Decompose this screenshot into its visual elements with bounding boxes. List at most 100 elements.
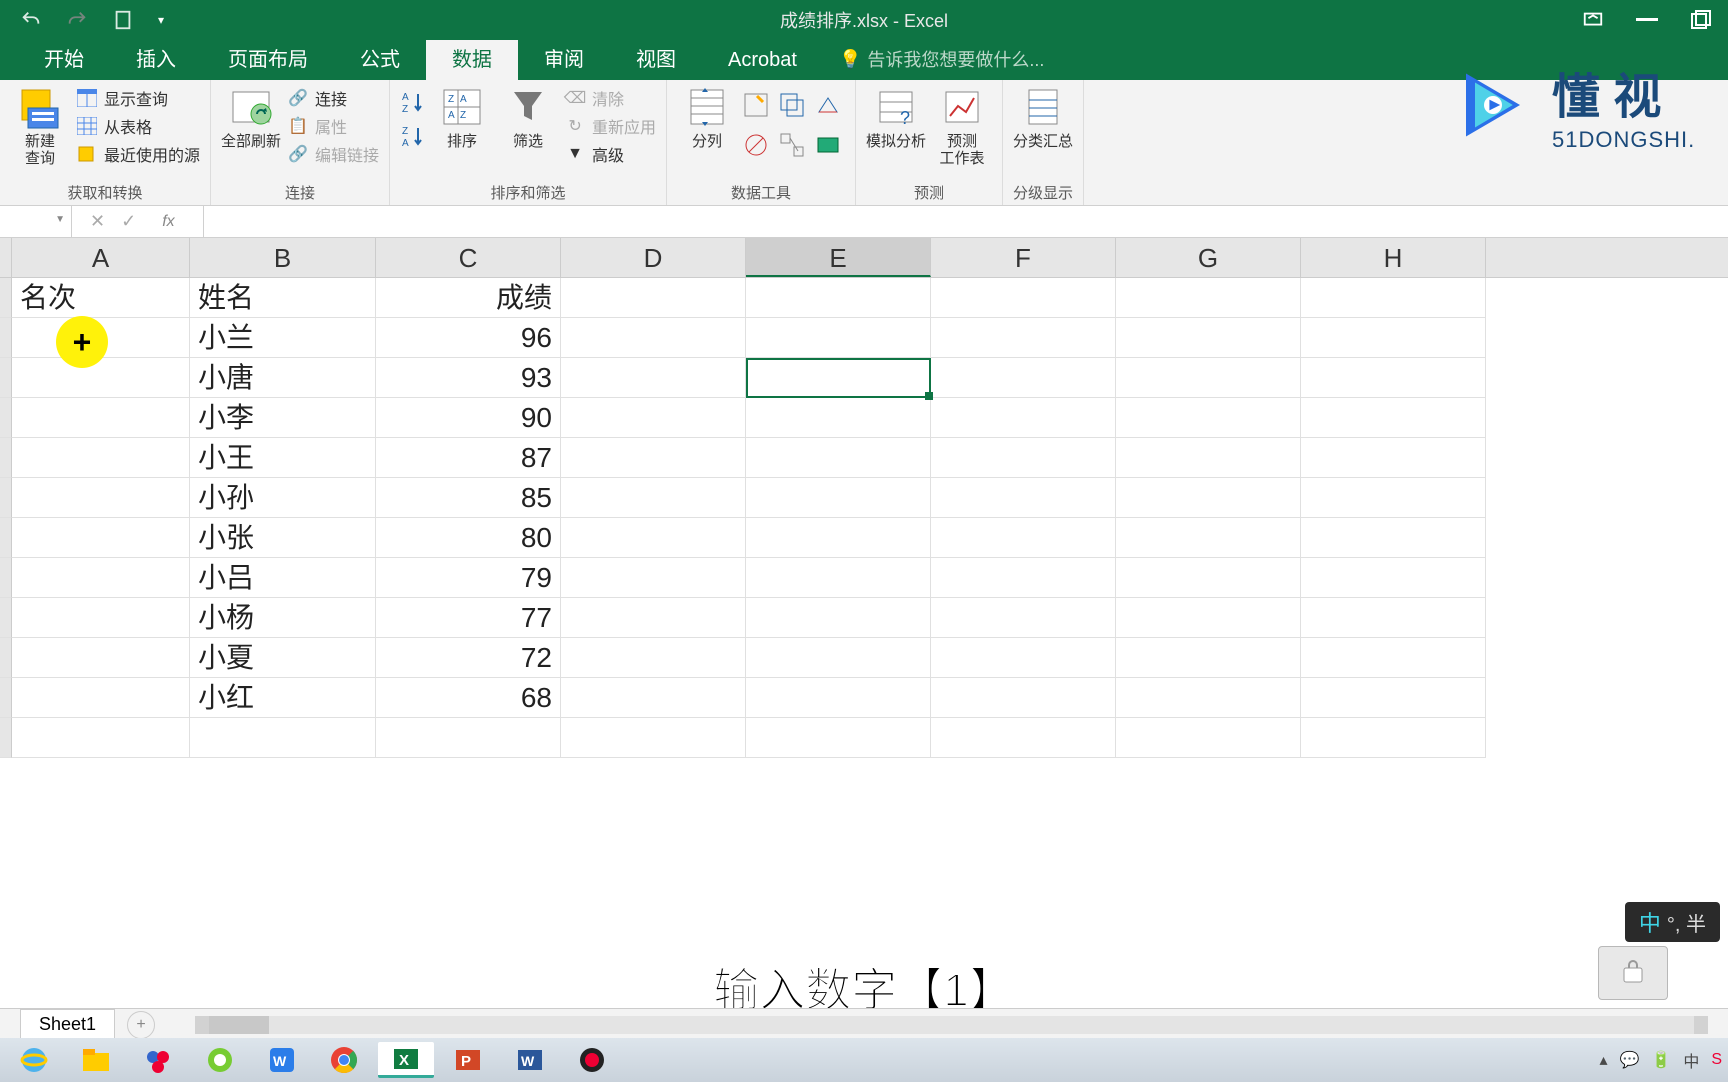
wps-icon[interactable]: W (254, 1042, 310, 1078)
cell[interactable] (931, 518, 1116, 558)
floating-widget[interactable] (1598, 946, 1668, 1000)
new-query-button[interactable]: 新建 查询 (10, 84, 70, 168)
cell[interactable] (12, 598, 190, 638)
tab-review[interactable]: 审阅 (518, 35, 610, 80)
battery-icon[interactable]: 🔋 (1651, 1050, 1671, 1070)
cell[interactable]: 87 (376, 438, 561, 478)
row-header[interactable] (0, 318, 12, 358)
cell[interactable] (1116, 678, 1301, 718)
name-box[interactable]: ▼ (0, 206, 72, 237)
cell[interactable] (12, 558, 190, 598)
row-header[interactable] (0, 638, 12, 678)
cell[interactable] (1301, 678, 1486, 718)
col-header-g[interactable]: G (1116, 238, 1301, 277)
from-table-button[interactable]: 从表格 (76, 114, 200, 138)
cell[interactable] (746, 678, 931, 718)
tab-view[interactable]: 视图 (610, 35, 702, 80)
tab-home[interactable]: 开始 (18, 35, 110, 80)
cell[interactable] (1301, 438, 1486, 478)
cell[interactable]: 小张 (190, 518, 376, 558)
cell[interactable] (1301, 518, 1486, 558)
qat-dropdown-icon[interactable]: ▾ (158, 13, 164, 27)
cell[interactable] (190, 718, 376, 758)
manage-data-model-icon[interactable] (815, 132, 845, 166)
sort-button[interactable]: ZAAZ 排序 (432, 84, 492, 150)
maximize-icon[interactable] (1686, 5, 1716, 35)
cell[interactable] (1301, 718, 1486, 758)
cell[interactable]: 79 (376, 558, 561, 598)
cell[interactable] (746, 358, 931, 398)
forecast-sheet-button[interactable]: 预测 工作表 (932, 84, 992, 168)
cell[interactable] (931, 358, 1116, 398)
cell[interactable] (12, 678, 190, 718)
cell[interactable] (1301, 638, 1486, 678)
cell[interactable] (1116, 638, 1301, 678)
cell[interactable] (1116, 358, 1301, 398)
cell[interactable] (746, 278, 931, 318)
undo-icon[interactable] (20, 9, 42, 31)
cell[interactable]: 小杨 (190, 598, 376, 638)
cell[interactable] (1301, 478, 1486, 518)
subtotal-button[interactable]: 分类汇总 (1013, 84, 1073, 150)
tab-data[interactable]: 数据 (426, 35, 518, 80)
advanced-filter-button[interactable]: ▼高级 (564, 142, 656, 166)
consolidate-icon[interactable] (815, 92, 845, 126)
cell[interactable]: 90 (376, 398, 561, 438)
col-header-e[interactable]: E (746, 238, 931, 277)
cell[interactable] (1116, 518, 1301, 558)
cell[interactable] (561, 358, 746, 398)
cell[interactable] (746, 318, 931, 358)
cell[interactable] (12, 398, 190, 438)
row-header[interactable] (0, 718, 12, 758)
chrome-icon[interactable] (316, 1042, 372, 1078)
baidu-icon[interactable] (130, 1042, 186, 1078)
cell[interactable] (931, 638, 1116, 678)
scroll-thumb[interactable] (209, 1016, 269, 1034)
cell[interactable] (561, 678, 746, 718)
cell[interactable]: 93 (376, 358, 561, 398)
tell-me-search[interactable]: 💡 告诉我您想要做什么... (839, 46, 1044, 80)
cell[interactable] (931, 278, 1116, 318)
cell[interactable] (12, 438, 190, 478)
row-header[interactable] (0, 358, 12, 398)
cell[interactable] (1116, 598, 1301, 638)
cell[interactable] (746, 718, 931, 758)
cell[interactable] (746, 478, 931, 518)
cell[interactable]: 85 (376, 478, 561, 518)
ime-lang-icon[interactable]: 中 (1683, 1048, 1699, 1072)
cell[interactable]: 72 (376, 638, 561, 678)
recorder-icon[interactable] (564, 1042, 620, 1078)
col-header-a[interactable]: A (12, 238, 190, 277)
cell[interactable]: 小吕 (190, 558, 376, 598)
word-icon[interactable]: W (502, 1042, 558, 1078)
cell[interactable] (561, 518, 746, 558)
refresh-all-button[interactable]: 全部刷新 (221, 84, 281, 150)
cell[interactable]: 68 (376, 678, 561, 718)
what-if-button[interactable]: ? 模拟分析 (866, 84, 926, 150)
minimize-icon[interactable] (1632, 5, 1662, 35)
cell[interactable] (12, 518, 190, 558)
tab-formulas[interactable]: 公式 (334, 35, 426, 80)
cell[interactable] (1116, 478, 1301, 518)
tray-up-icon[interactable]: ▴ (1599, 1050, 1607, 1070)
cell[interactable] (561, 318, 746, 358)
cell[interactable] (1301, 278, 1486, 318)
excel-icon[interactable]: X (378, 1042, 434, 1078)
cell[interactable] (1301, 558, 1486, 598)
flash-fill-icon[interactable] (743, 92, 773, 126)
cell[interactable]: 80 (376, 518, 561, 558)
text-to-columns-button[interactable]: 分列 (677, 84, 737, 150)
cell[interactable] (12, 718, 190, 758)
row-header[interactable] (0, 398, 12, 438)
cell[interactable] (746, 558, 931, 598)
explorer-icon[interactable] (68, 1042, 124, 1078)
cell[interactable] (561, 278, 746, 318)
horizontal-scrollbar[interactable] (195, 1016, 1708, 1034)
cell[interactable] (746, 438, 931, 478)
spreadsheet-grid[interactable]: A B C D E F G H 名次姓名成绩小兰96小唐93小李90小王87小孙… (0, 238, 1728, 758)
cell[interactable] (561, 478, 746, 518)
row-header[interactable] (0, 598, 12, 638)
cell[interactable] (1116, 398, 1301, 438)
filter-button[interactable]: 筛选 (498, 84, 558, 150)
cell[interactable] (12, 478, 190, 518)
